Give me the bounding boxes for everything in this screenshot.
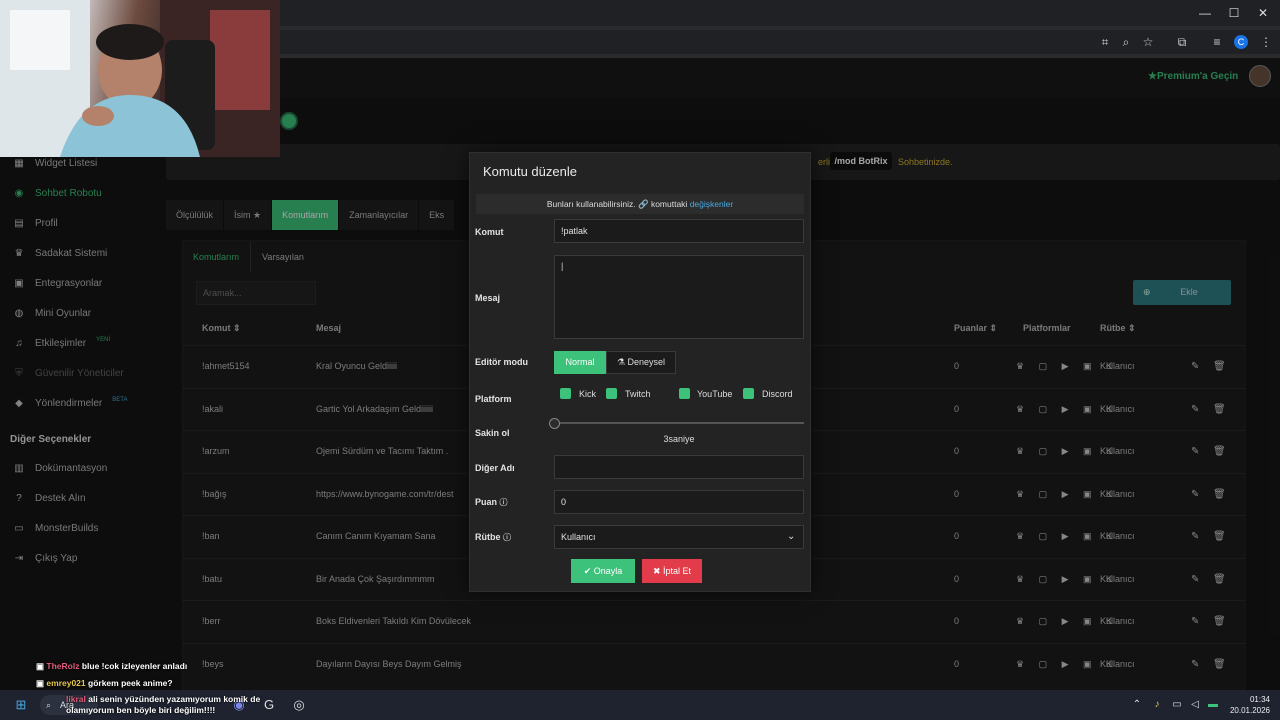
cooldown-slider-handle[interactable] <box>549 418 560 429</box>
chat-message: ▣ emrey021 görkem peek anime? <box>36 678 173 688</box>
info-icon[interactable]: ⓘ <box>500 498 508 507</box>
checkbox-discord[interactable] <box>743 388 754 399</box>
chat-message: likral ali senin yüzünden yazamıyorum ko… <box>66 694 276 716</box>
chat-username: TheRolz <box>46 661 80 671</box>
flask-icon: ⚗ <box>616 357 626 367</box>
modal-title: Komutu düzenle <box>483 164 577 179</box>
check-icon: ✔ <box>583 566 592 576</box>
cooldown-value: 3saniye <box>663 434 695 444</box>
battery-icon[interactable]: ▬ <box>1202 694 1224 716</box>
message-textarea[interactable]: | <box>554 255 804 339</box>
chat-username: emrey021 <box>46 678 86 688</box>
confirm-button[interactable]: ✔ Onayla <box>571 559 635 583</box>
checkbox-youtube-label: YouTube <box>697 389 733 399</box>
chevron-up-icon[interactable]: ⌃ <box>1126 694 1148 716</box>
editor-mode-label: Editör modu <box>475 357 528 367</box>
obs-icon[interactable]: ◎ <box>288 694 310 716</box>
confirm-label: Onayla <box>593 566 623 576</box>
rank-label: Rütbe ⓘ <box>475 532 511 543</box>
windows-start-icon[interactable]: ⊞ <box>10 694 32 716</box>
points-label: Puan ⓘ <box>475 497 508 508</box>
points-label-text: Puan <box>475 497 498 507</box>
cancel-button[interactable]: ✖ İptal Et <box>642 559 702 583</box>
checkbox-kick[interactable] <box>560 388 571 399</box>
editor-mode-experimental-button[interactable]: ⚗ Deneysel <box>606 351 676 374</box>
close-window-button[interactable]: ✕ <box>1248 4 1278 22</box>
rank-label-text: Rütbe <box>475 532 501 542</box>
points-input[interactable]: 0 <box>554 490 804 514</box>
menu-icon[interactable]: ⋮ <box>1256 33 1276 51</box>
variables-info: Bunları kullanabilirsiniz. 🔗 komuttaki d… <box>476 194 804 214</box>
mic-icon[interactable]: ♪ <box>1146 694 1168 716</box>
variables-info-text: Bunları kullanabilirsiniz. 🔗 komuttaki <box>546 199 688 209</box>
checkbox-twitch-label: Twitch <box>625 389 651 399</box>
cancel-label: İptal Et <box>663 566 692 576</box>
clock-time: 01:34 <box>1249 695 1270 704</box>
alias-input[interactable] <box>554 455 804 479</box>
zoom-icon[interactable]: ⌕ <box>1116 33 1136 51</box>
experimental-label: Deneysel <box>627 357 666 367</box>
chevron-down-icon: ⌄ <box>787 531 796 542</box>
command-input[interactable]: !patlak <box>554 219 804 243</box>
cooldown-label: Sakin ol <box>475 428 510 438</box>
cooldown-slider[interactable] <box>554 422 804 424</box>
command-label: Komut <box>475 227 504 237</box>
alias-label: Diğer Adı <box>475 463 515 473</box>
taskbar-clock[interactable]: 01:34 20.01.2026 <box>1228 694 1270 716</box>
webcam-image <box>0 0 280 157</box>
clock-date: 20.01.2026 <box>1229 706 1270 715</box>
checkbox-discord-label: Discord <box>762 389 793 399</box>
checkbox-twitch[interactable] <box>606 388 617 399</box>
extensions-icon[interactable]: ⧉ <box>1172 33 1192 51</box>
chat-text: blue !cok izleyenler anladı <box>81 661 188 671</box>
chat-message: ▣ TheRolz blue !cok izleyenler anladı <box>36 661 188 671</box>
media-icon[interactable]: ≡ <box>1207 33 1227 51</box>
star-icon[interactable]: ☆ <box>1138 33 1158 51</box>
platform-label: Platform <box>475 394 512 404</box>
chat-text: ali senin yüzünden yazamıyorum komik de … <box>66 694 261 715</box>
chat-username: likral <box>66 694 86 704</box>
chat-text: görkem peek anime? <box>88 678 173 688</box>
checkbox-kick-label: Kick <box>579 389 597 399</box>
checkbox-youtube[interactable] <box>679 388 690 399</box>
translate-icon[interactable]: ⌗ <box>1095 33 1115 51</box>
editor-mode-normal-button[interactable]: Normal <box>554 351 606 374</box>
maximize-button[interactable]: ☐ <box>1219 4 1249 22</box>
rank-select[interactable]: Kullanıcı <box>554 525 804 549</box>
message-label: Mesaj <box>475 293 501 303</box>
variables-link[interactable]: değişkenler <box>690 199 733 209</box>
profile-icon[interactable]: C <box>1234 35 1248 49</box>
webcam-feed <box>0 0 280 157</box>
minimize-button[interactable]: — <box>1190 4 1220 22</box>
search-icon: ⌕ <box>46 700 52 710</box>
info-icon[interactable]: ⓘ <box>503 533 511 542</box>
close-icon: ✖ <box>652 566 661 576</box>
